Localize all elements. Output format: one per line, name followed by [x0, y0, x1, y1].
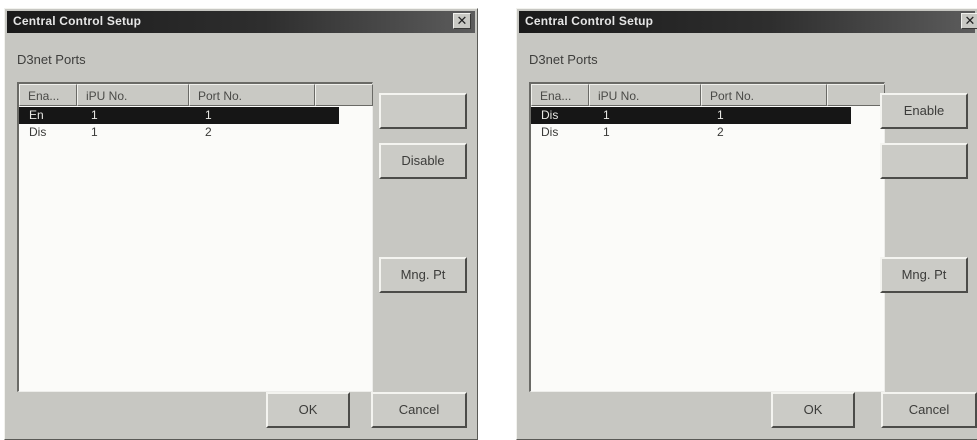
ok-button[interactable]: OK [771, 392, 855, 428]
table-row[interactable]: Dis 1 2 [19, 124, 339, 141]
ok-button[interactable]: OK [266, 392, 350, 428]
enable-button[interactable]: Enable [880, 93, 968, 129]
list-header: Ena... iPU No. Port No. [531, 84, 885, 106]
column-header-empty [315, 84, 373, 106]
close-button[interactable]: ✕ [961, 13, 977, 29]
column-header-port-no[interactable]: Port No. [189, 84, 315, 106]
column-header-enable[interactable]: Ena... [531, 84, 589, 106]
cell-ipu-no: 1 [91, 108, 98, 122]
column-header-port-no[interactable]: Port No. [701, 84, 827, 106]
cell-enable: Dis [541, 125, 559, 139]
column-header-empty [827, 84, 885, 106]
central-control-setup-dialog-right: Central Control Setup ✕ D3net Ports Ena.… [516, 8, 977, 440]
cell-enable: Dis [541, 108, 559, 122]
column-header-ipu-no[interactable]: iPU No. [77, 84, 189, 106]
table-row[interactable]: Dis 1 2 [531, 124, 851, 141]
cell-enable: En [29, 108, 44, 122]
mng-pt-button[interactable]: Mng. Pt [880, 257, 968, 293]
cell-port-no: 2 [717, 125, 724, 139]
cancel-button[interactable]: Cancel [881, 392, 977, 428]
d3net-ports-list[interactable]: Ena... iPU No. Port No. Dis 1 1 Dis 1 2 [529, 82, 885, 392]
close-icon: ✕ [456, 13, 468, 28]
close-icon: ✕ [964, 13, 976, 28]
cell-ipu-no: 1 [91, 125, 98, 139]
cell-port-no: 1 [205, 108, 212, 122]
title-bar[interactable]: Central Control Setup ✕ [519, 11, 977, 33]
mng-pt-button[interactable]: Mng. Pt [379, 257, 467, 293]
central-control-setup-dialog-left: Central Control Setup ✕ D3net Ports Ena.… [4, 8, 478, 440]
disable-button[interactable] [880, 143, 968, 179]
cancel-button[interactable]: Cancel [371, 392, 467, 428]
d3net-ports-list[interactable]: Ena... iPU No. Port No. En 1 1 Dis 1 2 [17, 82, 373, 392]
table-row[interactable]: En 1 1 [19, 107, 339, 124]
group-label-d3net-ports: D3net Ports [17, 52, 86, 67]
cell-port-no: 1 [717, 108, 724, 122]
title-bar[interactable]: Central Control Setup ✕ [7, 11, 475, 33]
enable-button[interactable] [379, 93, 467, 129]
close-button[interactable]: ✕ [453, 13, 471, 29]
column-header-enable[interactable]: Ena... [19, 84, 77, 106]
disable-button[interactable]: Disable [379, 143, 467, 179]
cell-enable: Dis [29, 125, 47, 139]
dialog-title: Central Control Setup [525, 14, 654, 28]
column-header-ipu-no[interactable]: iPU No. [589, 84, 701, 106]
group-label-d3net-ports: D3net Ports [529, 52, 598, 67]
cell-ipu-no: 1 [603, 108, 610, 122]
cell-ipu-no: 1 [603, 125, 610, 139]
dialog-title: Central Control Setup [13, 14, 142, 28]
cell-port-no: 2 [205, 125, 212, 139]
list-header: Ena... iPU No. Port No. [19, 84, 373, 106]
table-row[interactable]: Dis 1 1 [531, 107, 851, 124]
